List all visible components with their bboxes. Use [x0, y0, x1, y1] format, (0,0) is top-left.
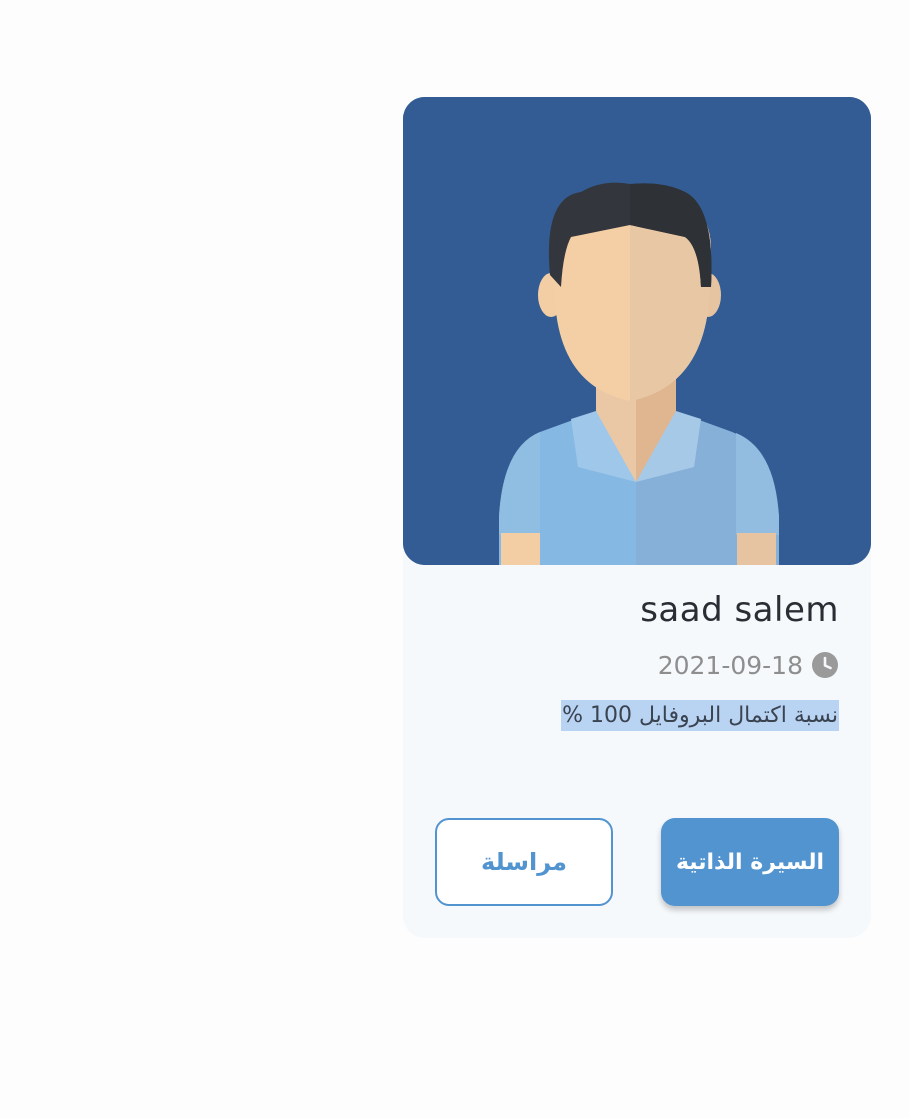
profile-card: saad salem 2021-09-18 نسبة اكتمال البروف…	[403, 97, 871, 938]
profile-completion: نسبة اكتمال البروفايل 100 %	[561, 700, 839, 731]
cv-button[interactable]: السيرة الذاتية	[661, 818, 839, 906]
profile-date: 2021-09-18	[657, 650, 803, 680]
message-button[interactable]: مراسلة	[435, 818, 613, 906]
date-row: 2021-09-18	[658, 650, 839, 680]
male-avatar-illustration	[403, 97, 871, 565]
avatar	[403, 97, 871, 565]
clock-icon	[812, 652, 838, 678]
profile-name: saad salem	[640, 590, 839, 630]
